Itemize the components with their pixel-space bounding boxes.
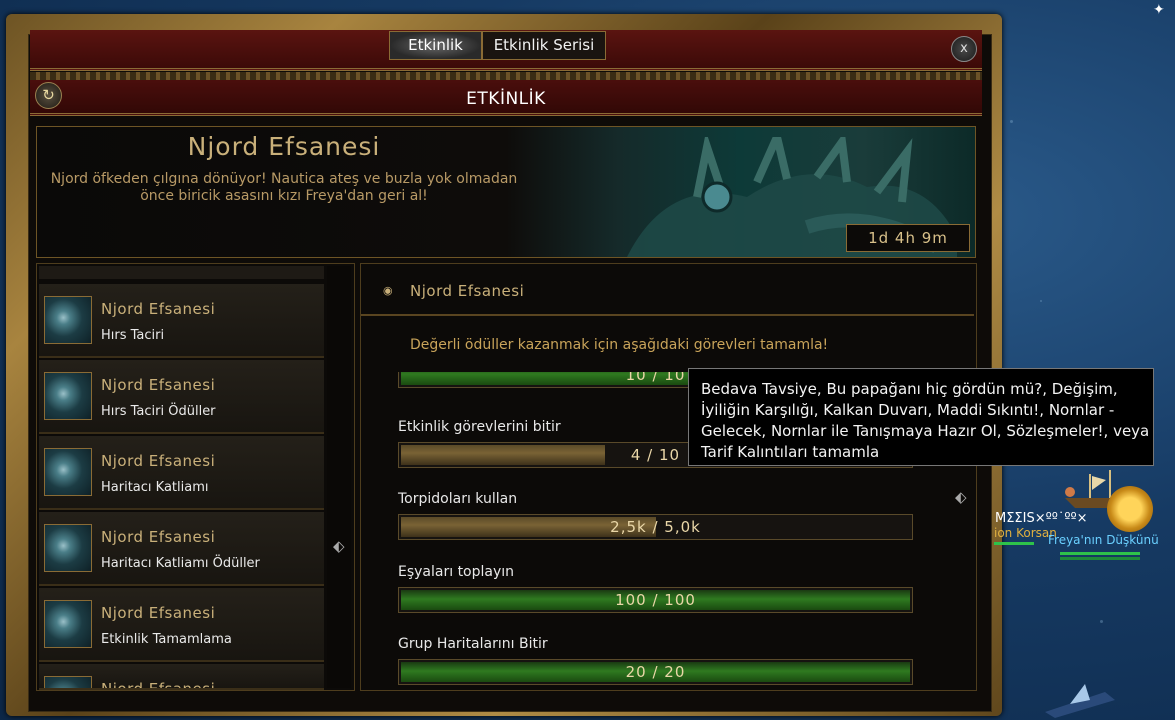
star-icon: ✦ bbox=[1153, 2, 1165, 18]
banner-title: Njord Efsanesi bbox=[187, 132, 381, 161]
njord-event-icon bbox=[44, 372, 92, 420]
list-item-subtitle: Etkinlik Tamamlama bbox=[101, 632, 232, 647]
task-label: Torpidoları kullan bbox=[398, 491, 518, 507]
njord-event-icon bbox=[44, 600, 92, 648]
enemy-ship[interactable] bbox=[1045, 682, 1115, 718]
list-item-title: Njord Efsanesi bbox=[101, 300, 216, 318]
tab-etkinlik-serisi[interactable]: Etkinlik Serisi bbox=[482, 31, 606, 60]
banner-description-line: önce biricik asasını kızı Freya'dan geri… bbox=[140, 188, 428, 204]
list-item[interactable]: Njord Efsanesi Hırs Taciri Ödüller bbox=[39, 360, 324, 434]
player-name: MΣΣIS×ºº˙ºº× bbox=[995, 511, 1088, 526]
list-item[interactable]: Njord Efsanesi bbox=[39, 664, 324, 690]
ornament-divider bbox=[30, 72, 982, 80]
njord-event-icon bbox=[44, 448, 92, 496]
progress-text: 2,5k / 5,0k bbox=[610, 518, 701, 536]
list-item[interactable]: Njord Efsanesi Haritacı Katliamı Ödüller bbox=[39, 512, 324, 586]
progress-bar: 100 / 100 bbox=[398, 587, 913, 613]
task-label: Eşyaları toplayın bbox=[398, 564, 515, 580]
sea-sparkle bbox=[1100, 620, 1103, 623]
list-item-subtitle: Hırs Taciri bbox=[101, 328, 165, 343]
banner-description-line: Njord öfkeden çılgına dönüyor! Nautica a… bbox=[50, 171, 518, 187]
list-item[interactable]: Njord Efsanesi Haritacı Katliamı bbox=[39, 436, 324, 510]
task-label: Grup Haritalarını Bitir bbox=[398, 636, 548, 652]
list-item-title: Njord Efsanesi bbox=[101, 452, 216, 470]
task-tooltip: Bedava Tavsiye, Bu papağanı hiç gördün m… bbox=[688, 368, 1154, 466]
njord-event-icon bbox=[44, 296, 92, 344]
tab-etkinlik[interactable]: Etkinlik bbox=[389, 31, 482, 60]
scroll-handle-icon[interactable]: ⬖ bbox=[333, 537, 345, 555]
scroll-handle-icon[interactable]: ⬖ bbox=[955, 488, 967, 506]
details-intro: Değerli ödüller kazanmak için aşağıdaki … bbox=[410, 337, 829, 353]
event-timer: 1d 4h 9m bbox=[846, 224, 970, 252]
progress-text: 100 / 100 bbox=[615, 591, 696, 609]
clan-emblem-icon bbox=[1107, 486, 1153, 532]
details-title: Njord Efsanesi bbox=[410, 282, 525, 300]
npc-name: Freya'nın Düşkünü bbox=[1048, 533, 1159, 547]
sea-sparkle bbox=[1040, 300, 1042, 302]
list-scrollbar[interactable] bbox=[327, 266, 351, 688]
window-tabs: Etkinlik Etkinlik Serisi bbox=[389, 31, 606, 60]
task-label: Etkinlik görevlerini bitir bbox=[398, 419, 561, 435]
progress-bar: 20 / 20 bbox=[398, 659, 913, 685]
list-item[interactable]: Njord Efsanesi Etkinlik Tamamlama bbox=[39, 588, 324, 662]
list-item-title: Njord Efsanesi bbox=[101, 376, 216, 394]
list-item-subtitle: Haritacı Katliamı Ödüller bbox=[101, 556, 260, 571]
npc-health-bar bbox=[1060, 552, 1140, 555]
njord-event-icon bbox=[44, 676, 92, 688]
list-item-title: Njord Efsanesi bbox=[101, 528, 216, 546]
list-item-title: Njord Efsanesi bbox=[101, 604, 216, 622]
radio-dot-icon: ◉ bbox=[383, 284, 393, 297]
progress-text: 20 / 20 bbox=[625, 663, 686, 681]
close-button[interactable]: x bbox=[951, 36, 977, 62]
list-header-strip bbox=[39, 266, 324, 279]
npc-shield-bar bbox=[1060, 557, 1140, 560]
list-item-subtitle: Haritacı Katliamı bbox=[101, 480, 209, 495]
banner-description: Njord öfkeden çılgına dönüyor! Nautica a… bbox=[38, 171, 530, 205]
njord-event-icon bbox=[44, 524, 92, 572]
list-item[interactable]: Njord Efsanesi Hırs Taciri bbox=[39, 284, 324, 358]
list-item-title: Njord Efsanesi bbox=[101, 680, 216, 690]
progress-bar: 2,5k / 5,0k bbox=[398, 514, 913, 540]
page-title: ETKİNLİK bbox=[466, 89, 546, 109]
health-bar bbox=[994, 542, 1034, 545]
sea-sparkle bbox=[1010, 120, 1013, 123]
list-item-subtitle: Hırs Taciri Ödüller bbox=[101, 404, 216, 419]
